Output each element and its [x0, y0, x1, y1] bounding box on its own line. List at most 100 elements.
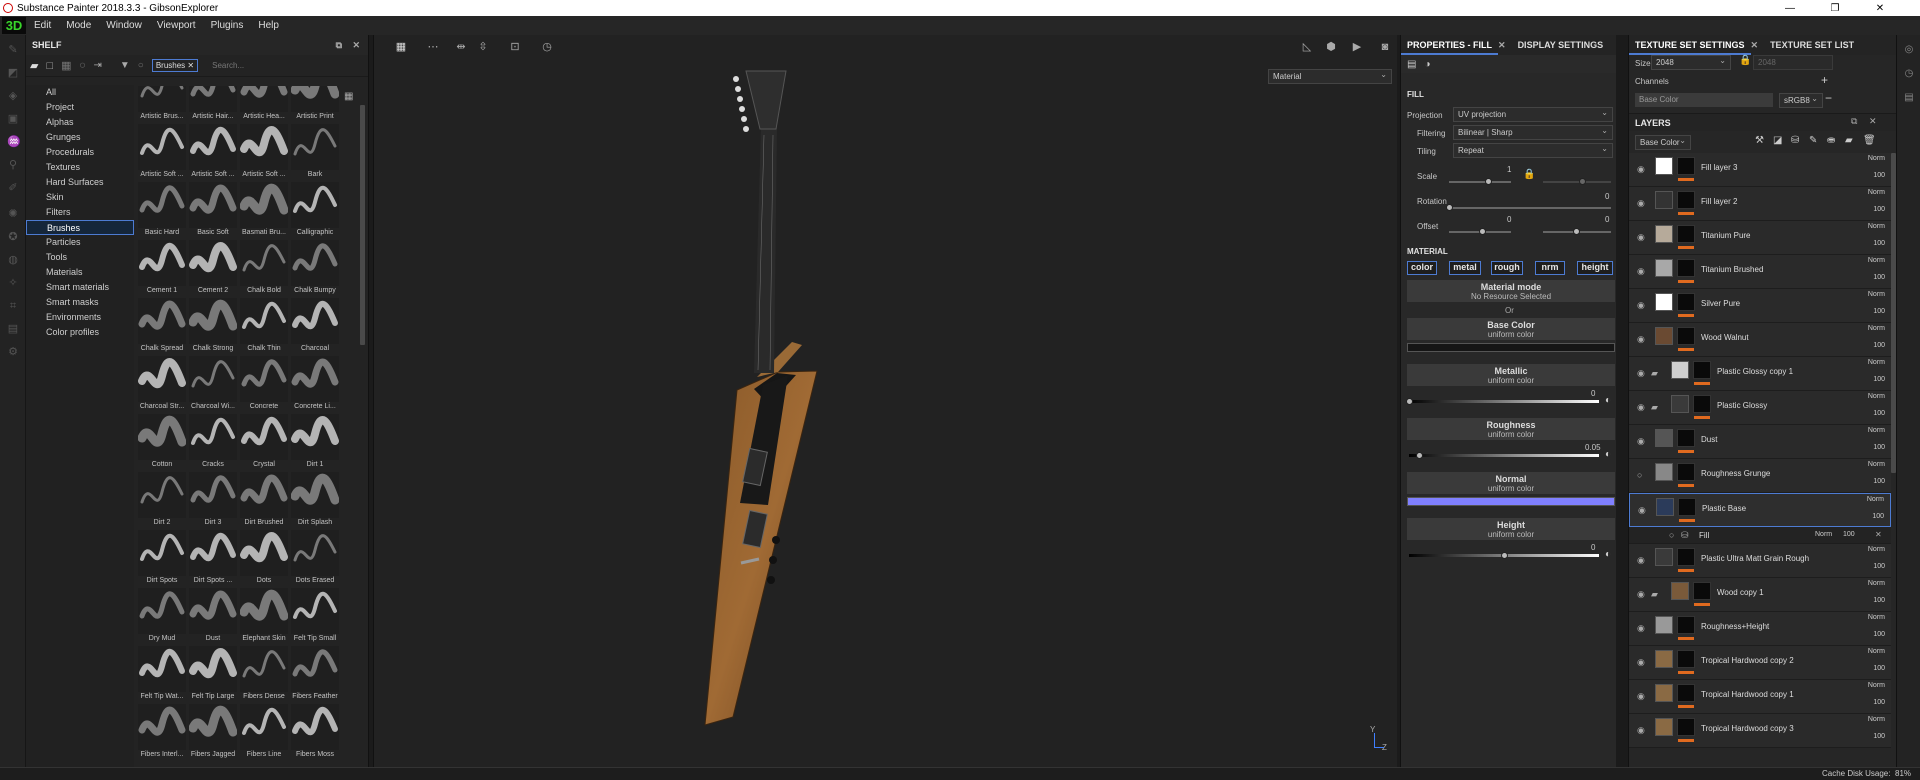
- brush-thumbnail[interactable]: Artistic Hair...: [188, 86, 238, 124]
- category-project[interactable]: Project: [26, 100, 134, 115]
- height-knob[interactable]: [1501, 552, 1508, 559]
- brush-thumbnail[interactable]: Chalk Spread: [137, 298, 187, 356]
- channel-height-button[interactable]: height: [1577, 261, 1613, 275]
- roughness-box[interactable]: Roughness uniform color: [1407, 418, 1615, 440]
- channel-nrm-button[interactable]: nrm: [1535, 261, 1565, 275]
- smudge-icon[interactable]: ♒: [7, 136, 21, 148]
- brush-thumbnail[interactable]: Calligraphic: [290, 182, 340, 240]
- category-environments[interactable]: Environments: [26, 310, 134, 325]
- visibility-eye-icon[interactable]: ◉: [1637, 658, 1647, 667]
- blend-mode[interactable]: Norm: [1868, 461, 1885, 468]
- layer-row[interactable]: ○ Roughness Grunge Norm 100: [1629, 459, 1891, 493]
- layer-row[interactable]: ◉ Fill layer 3 Norm 100: [1629, 153, 1891, 187]
- circle-icon[interactable]: ○: [138, 60, 144, 71]
- log-icon[interactable]: ▤: [7, 323, 19, 335]
- roughness-picker-icon[interactable]: ◐: [1605, 449, 1611, 460]
- layer-row[interactable]: ◉ Titanium Brushed Norm 100: [1629, 255, 1891, 289]
- brush-thumbnail[interactable]: Artistic Soft ...: [239, 124, 289, 182]
- blend-mode[interactable]: Norm: [1868, 155, 1885, 162]
- tab-texture-set-settings[interactable]: TEXTURE SET SETTINGS: [1629, 35, 1751, 55]
- brush-thumbnail[interactable]: Fibers Interl...: [137, 704, 187, 762]
- category-grunges[interactable]: Grunges: [26, 130, 134, 145]
- blend-mode[interactable]: Norm: [1868, 427, 1885, 434]
- brush-thumbnail[interactable]: Elephant Skin: [239, 588, 289, 646]
- add-channel-icon[interactable]: +: [1821, 73, 1828, 87]
- visibility-eye-icon[interactable]: ◉: [1637, 301, 1647, 310]
- brush-thumbnail[interactable]: Chalk Thin: [239, 298, 289, 356]
- visibility-eye-icon[interactable]: ◉: [1637, 556, 1647, 565]
- add-effect-icon[interactable]: ⚒: [1755, 135, 1764, 146]
- close-shelf-icon[interactable]: ✕: [352, 40, 360, 51]
- maximize-icon[interactable]: ❐: [1815, 0, 1855, 16]
- python-icon[interactable]: ⌗: [7, 300, 19, 312]
- layer-opacity[interactable]: 100: [1872, 513, 1884, 520]
- layer-opacity[interactable]: 100: [1873, 274, 1885, 281]
- metallic-picker-icon[interactable]: ◐: [1605, 395, 1611, 406]
- layer-opacity[interactable]: 100: [1873, 444, 1885, 451]
- viewport[interactable]: ▦ ⋯ ⇹ ⇳ ⊡ ◷ ◺ ⬢ ▶ ◙ Material ⌄ Y Z: [373, 35, 1397, 767]
- layer-row[interactable]: ◉ Tropical Hardwood copy 3 Norm 100: [1629, 714, 1891, 748]
- add-paint-layer-icon[interactable]: ⛂: [1827, 135, 1835, 146]
- layer-opacity[interactable]: 100: [1873, 733, 1885, 740]
- lock-icon[interactable]: 🔒: [1523, 169, 1535, 180]
- scale-knob-2[interactable]: [1579, 178, 1586, 185]
- brush-thumbnail[interactable]: Fibers Feather: [290, 646, 340, 704]
- history-icon[interactable]: ◷: [1903, 68, 1915, 80]
- visibility-eye-icon[interactable]: ◉: [1637, 726, 1647, 735]
- normal-swatch[interactable]: [1407, 497, 1615, 506]
- brush-thumbnail[interactable]: Chalk Bold: [239, 240, 289, 298]
- shader-icon[interactable]: ✧: [7, 277, 19, 289]
- shelf-scrollbar[interactable]: [360, 105, 365, 345]
- category-tools[interactable]: Tools: [26, 250, 134, 265]
- brush-thumbnail[interactable]: Fibers Moss: [290, 704, 340, 762]
- material-mode-box[interactable]: Material mode No Resource Selected: [1407, 280, 1615, 302]
- category-particles[interactable]: Particles: [26, 235, 134, 250]
- layer-row[interactable]: ◉ Roughness+Height Norm 100: [1629, 612, 1891, 646]
- layer-opacity[interactable]: 100: [1873, 240, 1885, 247]
- brush-thumbnail[interactable]: Basmati Bru...: [239, 182, 289, 240]
- brush-thumbnail[interactable]: Chalk Strong: [188, 298, 238, 356]
- layer-opacity[interactable]: 100: [1873, 597, 1885, 604]
- menu-plugins[interactable]: Plugins: [211, 20, 244, 31]
- category-smart-masks[interactable]: Smart masks: [26, 295, 134, 310]
- rotation-knob[interactable]: [1446, 204, 1453, 211]
- category-alphas[interactable]: Alphas: [26, 115, 134, 130]
- brush-thumbnail[interactable]: Basic Soft: [188, 182, 238, 240]
- visibility-eye-icon[interactable]: ◉: [1637, 624, 1647, 633]
- geometry-fill-icon[interactable]: ▣: [7, 113, 19, 125]
- layer-opacity[interactable]: 100: [1873, 308, 1885, 315]
- layer-row[interactable]: ◉ Plastic Ultra Matt Grain Rough Norm 100: [1629, 544, 1891, 578]
- tab-texture-set-list[interactable]: TEXTURE SET LIST: [1764, 35, 1860, 55]
- brush-thumbnail[interactable]: Dirt Brushed: [239, 472, 289, 530]
- scale-slider[interactable]: [1449, 181, 1511, 183]
- undock-layers-icon[interactable]: ⧉: [1851, 116, 1857, 127]
- folder-icon[interactable]: ▰: [1651, 402, 1658, 413]
- visibility-eye-icon[interactable]: ◉: [1637, 692, 1647, 701]
- brush-thumbnail[interactable]: Dust: [188, 588, 238, 646]
- category-textures[interactable]: Textures: [26, 160, 134, 175]
- delete-layer-icon[interactable]: 🗑: [1863, 135, 1876, 146]
- eraser-icon[interactable]: ◩: [7, 67, 19, 79]
- layer-row[interactable]: ◉ Titanium Pure Norm 100: [1629, 221, 1891, 255]
- category-materials[interactable]: Materials: [26, 265, 134, 280]
- brush-thumbnail[interactable]: Dirt 2: [137, 472, 187, 530]
- layer-row[interactable]: ◉ ▰ Plastic Glossy Norm 100: [1629, 391, 1891, 425]
- remove-effect-icon[interactable]: ✕: [1875, 530, 1882, 539]
- visibility-eye-icon[interactable]: ◉: [1637, 590, 1647, 599]
- scale-slider-2[interactable]: [1543, 181, 1611, 183]
- tab-display-settings[interactable]: DISPLAY SETTINGS: [1512, 35, 1610, 55]
- brush-thumbnail[interactable]: Charcoal: [290, 298, 340, 356]
- tiling-select[interactable]: Repeat: [1453, 142, 1613, 158]
- export-icon[interactable]: ⇥: [93, 60, 101, 71]
- blend-mode[interactable]: Norm: [1868, 546, 1885, 553]
- tab-properties-fill[interactable]: PROPERTIES - FILL: [1401, 35, 1499, 55]
- layer-row[interactable]: ◉ Tropical Hardwood copy 1 Norm 100: [1629, 680, 1891, 714]
- close-texset-icon[interactable]: ✕: [1751, 40, 1759, 51]
- layer-opacity[interactable]: 100: [1873, 699, 1885, 706]
- brush-thumbnail[interactable]: Dirt 3: [188, 472, 238, 530]
- layer-row[interactable]: ◉ Tropical Hardwood copy 2 Norm 100: [1629, 646, 1891, 680]
- channel-metal-button[interactable]: metal: [1449, 261, 1481, 275]
- brush-thumbnail[interactable]: Dirt Spots ...: [188, 530, 238, 588]
- blend-mode[interactable]: Norm: [1868, 614, 1885, 621]
- brush-thumbnail[interactable]: Crystal: [239, 414, 289, 472]
